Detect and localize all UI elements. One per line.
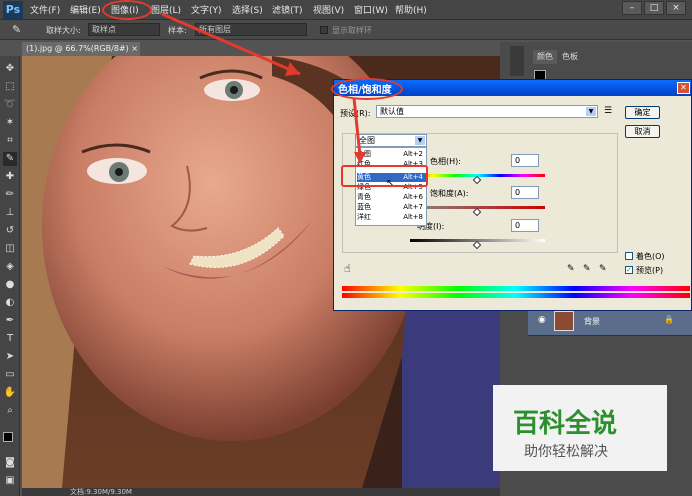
colorize-checkbox[interactable] xyxy=(625,252,633,260)
document-tab[interactable]: (1).jpg @ 66.7%(RGB/8#) × xyxy=(22,42,140,56)
watermark: 百科全说 助你轻松解决 xyxy=(493,385,667,471)
targeted-adjust-hand-icon[interactable]: ☝ xyxy=(344,262,351,275)
color-bar-top xyxy=(342,286,690,291)
history-brush-icon[interactable]: ↺ xyxy=(3,224,17,238)
magic-wand-icon[interactable]: ✶ xyxy=(3,116,17,130)
stamp-tool-icon[interactable]: ⊥ xyxy=(3,206,17,220)
watermark-subtitle: 助你轻松解决 xyxy=(524,444,608,460)
eye-icon[interactable]: ◉ xyxy=(538,315,546,325)
eyedropper-tool-icon[interactable]: ✎ xyxy=(3,152,17,166)
menu-edit[interactable]: 编辑(E) xyxy=(70,3,101,16)
dropdown-item[interactable]: 青色 Alt+6 xyxy=(357,193,427,202)
foreground-color-icon[interactable] xyxy=(3,432,13,442)
lasso-tool-icon[interactable]: ➰ xyxy=(3,98,17,112)
quick-mask-icon[interactable]: ◙ xyxy=(3,456,17,470)
watermark-title: 百科全说 xyxy=(513,409,618,439)
hue-label: 色相(H): xyxy=(430,157,461,166)
zoom-tool-icon[interactable]: ⌕ xyxy=(3,404,17,418)
move-tool-icon[interactable]: ✥ xyxy=(3,62,17,76)
lightness-input[interactable]: 0 xyxy=(511,219,539,232)
dropdown-item[interactable]: 洋红 Alt+8 xyxy=(357,213,427,222)
minimize-button[interactable]: – xyxy=(622,1,642,15)
type-tool-icon[interactable]: T xyxy=(3,332,17,346)
panel-collapsed-strip[interactable] xyxy=(510,46,524,76)
close-window-button[interactable]: × xyxy=(666,1,686,15)
sample-size-label: 取样大小: xyxy=(46,26,81,35)
shape-tool-icon[interactable]: ▭ xyxy=(3,368,17,382)
eyedropper-icon[interactable]: ✎ xyxy=(567,264,575,274)
tab-swatches[interactable]: 色板 xyxy=(558,50,582,64)
preset-select[interactable]: 默认值 ▼ xyxy=(376,105,598,118)
tab-color[interactable]: 颜色 xyxy=(533,50,557,64)
menu-file[interactable]: 文件(F) xyxy=(30,3,60,16)
brush-tool-icon[interactable]: ✏ xyxy=(3,188,17,202)
hand-tool-icon[interactable]: ✋ xyxy=(3,386,17,400)
dodge-tool-icon[interactable]: ◐ xyxy=(3,296,17,310)
blur-tool-icon[interactable]: ● xyxy=(3,278,17,292)
path-select-icon[interactable]: ➤ xyxy=(3,350,17,364)
eyedropper-icon[interactable]: ✎ xyxy=(12,23,21,36)
preset-options-icon[interactable]: ☰ xyxy=(604,106,612,116)
preview-checkbox[interactable]: ✓ xyxy=(625,266,633,274)
healing-brush-icon[interactable]: ✚ xyxy=(3,170,17,184)
hue-input[interactable]: 0 xyxy=(511,154,539,167)
tools-panel: ✥ ⬚ ➰ ✶ ⌗ ✎ ✚ ✏ ⊥ ↺ ◫ ◈ ● ◐ ✒ T ➤ ▭ ✋ ⌕ … xyxy=(0,56,20,496)
colorize-label: 着色(O) xyxy=(636,252,665,261)
ok-button[interactable]: 确定 xyxy=(625,106,660,119)
restore-button[interactable]: □ xyxy=(644,1,664,15)
marquee-tool-icon[interactable]: ⬚ xyxy=(3,80,17,94)
options-bar: ✎ 取样大小: 取样点 样本: 所有图层 显示取样环 xyxy=(0,20,692,40)
eyedropper-plus-icon[interactable]: ✎ xyxy=(583,264,591,274)
paint-bucket-icon[interactable]: ◈ xyxy=(3,260,17,274)
eraser-tool-icon[interactable]: ◫ xyxy=(3,242,17,256)
menu-window[interactable]: 窗口(W) xyxy=(354,3,388,16)
preview-label: 预览(P) xyxy=(636,266,664,275)
doc-size-status: 文档:9.30M/9.30M xyxy=(70,488,132,496)
lock-icon: 🔒 xyxy=(664,315,674,324)
status-bar: 文档:9.30M/9.30M xyxy=(22,488,500,496)
annotation-arrow-down xyxy=(352,97,366,164)
layer-thumbnail xyxy=(554,311,574,331)
pen-tool-icon[interactable]: ✒ xyxy=(3,314,17,328)
dialog-close-button[interactable]: ✕ xyxy=(677,82,690,94)
menu-help[interactable]: 帮助(H) xyxy=(395,3,427,16)
annotation-arrows xyxy=(161,12,301,76)
screen-mode-icon[interactable]: ▣ xyxy=(3,474,17,488)
photoshop-logo-icon: Ps xyxy=(3,1,23,19)
layer-name: 背景 xyxy=(584,317,600,326)
cancel-button[interactable]: 取消 xyxy=(625,125,660,138)
color-bar-bottom xyxy=(342,293,690,298)
dropdown-item[interactable]: 蓝色 Alt+7 xyxy=(357,203,427,212)
eyedropper-minus-icon[interactable]: ✎ xyxy=(599,264,607,274)
saturation-input[interactable]: 0 xyxy=(511,186,539,199)
crop-tool-icon[interactable]: ⌗ xyxy=(3,134,17,148)
saturation-label: 饱和度(A): xyxy=(430,189,469,198)
